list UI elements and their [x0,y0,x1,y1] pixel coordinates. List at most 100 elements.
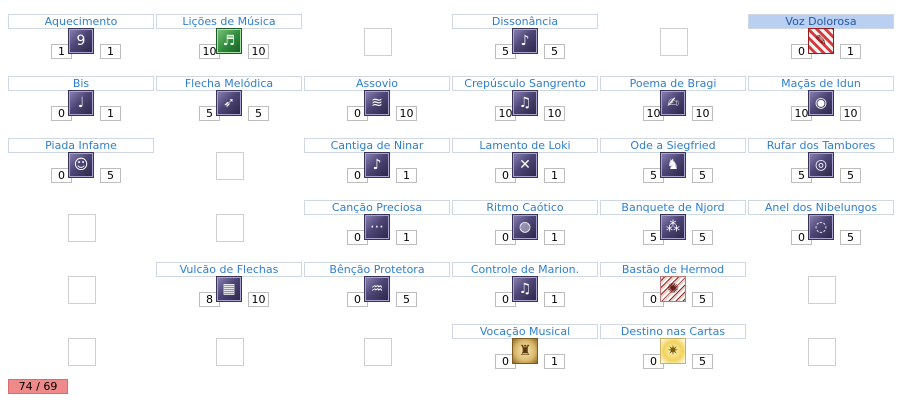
painful-voice-icon[interactable]: ✎ [808,28,834,54]
empty-skill-slot [364,28,392,56]
skill-name-label[interactable]: Canção Preciosa [304,200,450,215]
skill-name-label[interactable]: Banquete de Njord [600,200,746,215]
skill-name-label[interactable]: Dissonância [452,14,598,29]
empty-skill-cell [748,260,896,322]
lullaby-icon[interactable]: ♪ [364,152,390,178]
protective-blessing-icon[interactable]: ♒ [364,276,390,302]
skill-name-label[interactable]: Cantiga de Ninar [304,138,450,153]
dissonance-icon[interactable]: ♪ [512,28,538,54]
skill-cell[interactable]: Destino nas Cartas 0 ✷ 5 [600,322,748,384]
siegfried-ode-icon[interactable]: ♞ [660,152,686,178]
bloody-twilight-icon[interactable]: ♫ [512,90,538,116]
skill-name-label[interactable]: Ritmo Caótico [452,200,598,215]
skill-name-label[interactable]: Vulcão de Flechas [156,262,302,277]
skill-cell[interactable]: Bastão de Hermod 0 ✺ 5 [600,260,748,322]
empty-skill-cell [8,322,156,384]
skill-cell[interactable]: Crepúsculo Sangrento 10 ♫ 10 [452,74,600,136]
skill-cell[interactable]: Flecha Melódica 5 ➶ 5 [156,74,304,136]
chaotic-rhythm-icon[interactable]: ◍ [512,214,538,240]
skill-cell[interactable]: Banquete de Njord 5 ⁂ 5 [600,198,748,260]
skill-name-label[interactable]: Assovio [304,76,450,91]
skill-cell[interactable]: Bênção Protetora 0 ♒ 5 [304,260,452,322]
bard-skill-icon[interactable]: 9 [68,28,94,54]
njord-feast-icon[interactable]: ⁂ [660,214,686,240]
empty-skill-slot [68,214,96,242]
skill-name-label[interactable]: Bis [8,76,154,91]
loki-lament-icon[interactable]: ✕ [512,152,538,178]
skill-cell[interactable]: Anel dos Nibelungos 0 ◌ 5 [748,198,896,260]
skill-cell[interactable]: Ritmo Caótico 0 ◍ 1 [452,198,600,260]
skill-name-label[interactable]: Aquecimento [8,14,154,29]
skill-name-label[interactable]: Lições de Música [156,14,302,29]
bragi-poem-icon[interactable]: ✍ [660,90,686,116]
empty-skill-cell [156,136,304,198]
empty-skill-cell [156,198,304,260]
melody-arrow-icon[interactable]: ➶ [216,90,242,116]
nibelungen-ring-icon[interactable]: ◌ [808,214,834,240]
skill-name-label[interactable]: Anel dos Nibelungos [748,200,894,215]
music-lessons-icon[interactable]: ♬ [216,28,242,54]
skill-name-label[interactable]: Lamento de Loki [452,138,598,153]
skill-name-label[interactable]: Controle de Marion. [452,262,598,277]
skill-cell[interactable]: Lições de Música 10 ♬ 10 [156,12,304,74]
skill-name-label[interactable]: Crepúsculo Sangrento [452,76,598,91]
empty-skill-cell [748,322,896,384]
tarot-card-icon[interactable]: ✷ [660,338,686,364]
marionette-control-icon[interactable]: ♫ [512,276,538,302]
skill-cell[interactable]: Maçãs de Idun 10 ◉ 10 [748,74,896,136]
skill-cell[interactable]: Aquecimento 1 9 1 [8,12,156,74]
hermod-staff-icon[interactable]: ✺ [660,276,686,302]
encore-icon[interactable]: ♩ [68,90,94,116]
skill-name-label[interactable]: Bênção Protetora [304,262,450,277]
skill-cell[interactable]: Ode a Siegfried 5 ♞ 5 [600,136,748,198]
empty-skill-cell [600,12,748,74]
joke-icon[interactable]: ☺ [68,152,94,178]
arrow-vulcan-icon[interactable]: ▦ [216,276,242,302]
empty-skill-slot [216,338,244,366]
skill-cell[interactable]: Dissonância 5 ♪ 5 [452,12,600,74]
skill-cell[interactable]: Bis 0 ♩ 1 [8,74,156,136]
skill-max-level-value: 5 [248,106,269,121]
skill-name-label[interactable]: Rufar dos Tambores [748,138,894,153]
skill-cell[interactable]: Controle de Marion. 0 ♫ 1 [452,260,600,322]
skill-name-label[interactable]: Bastão de Hermod [600,262,746,277]
drum-roll-icon[interactable]: ◎ [808,152,834,178]
skill-max-level-value: 1 [396,230,417,245]
skill-max-level-value: 10 [544,106,565,121]
skill-max-level-value: 5 [396,292,417,307]
skill-cell[interactable]: Canção Preciosa 0 ⋯ 1 [304,198,452,260]
skill-max-level-value: 5 [692,230,713,245]
empty-skill-cell [8,260,156,322]
empty-skill-slot [68,338,96,366]
skill-cell[interactable]: Voz Dolorosa 0 ✎ 1 [748,12,896,74]
skill-name-label[interactable]: Ode a Siegfried [600,138,746,153]
whistle-icon[interactable]: ≋ [364,90,390,116]
skill-name-label[interactable]: Destino nas Cartas [600,324,746,339]
skill-max-level-value: 5 [840,168,861,183]
skill-name-label[interactable]: Piada Infame [8,138,154,153]
skill-name-label[interactable]: Poema de Bragi [600,76,746,91]
skill-cell[interactable]: Vocação Musical 0 ♜ 1 [452,322,600,384]
skill-cell[interactable]: Lamento de Loki 0 ✕ 1 [452,136,600,198]
skill-cell[interactable]: Assovio 0 ≋ 10 [304,74,452,136]
skill-name-label[interactable]: Vocação Musical [452,324,598,339]
skill-max-level-value: 1 [396,168,417,183]
empty-skill-slot [68,276,96,304]
skill-max-level-value: 5 [100,168,121,183]
skill-name-label[interactable]: Maçãs de Idun [748,76,894,91]
skill-cell[interactable]: Vulcão de Flechas 8 ▦ 10 [156,260,304,322]
precious-song-icon[interactable]: ⋯ [364,214,390,240]
skill-cell[interactable]: Cantiga de Ninar 0 ♪ 1 [304,136,452,198]
empty-skill-slot [808,276,836,304]
skill-max-level-value: 5 [692,292,713,307]
empty-skill-slot [660,28,688,56]
skill-cell[interactable]: Poema de Bragi 10 ✍ 10 [600,74,748,136]
idun-apple-icon[interactable]: ◉ [808,90,834,116]
skill-name-label[interactable]: Voz Dolorosa [748,14,894,29]
skill-max-level-value: 10 [692,106,713,121]
skill-cell[interactable]: Rufar dos Tambores 5 ◎ 5 [748,136,896,198]
musical-vocation-icon[interactable]: ♜ [512,338,538,364]
skill-name-label[interactable]: Flecha Melódica [156,76,302,91]
empty-skill-cell [304,12,452,74]
skill-cell[interactable]: Piada Infame 0 ☺ 5 [8,136,156,198]
